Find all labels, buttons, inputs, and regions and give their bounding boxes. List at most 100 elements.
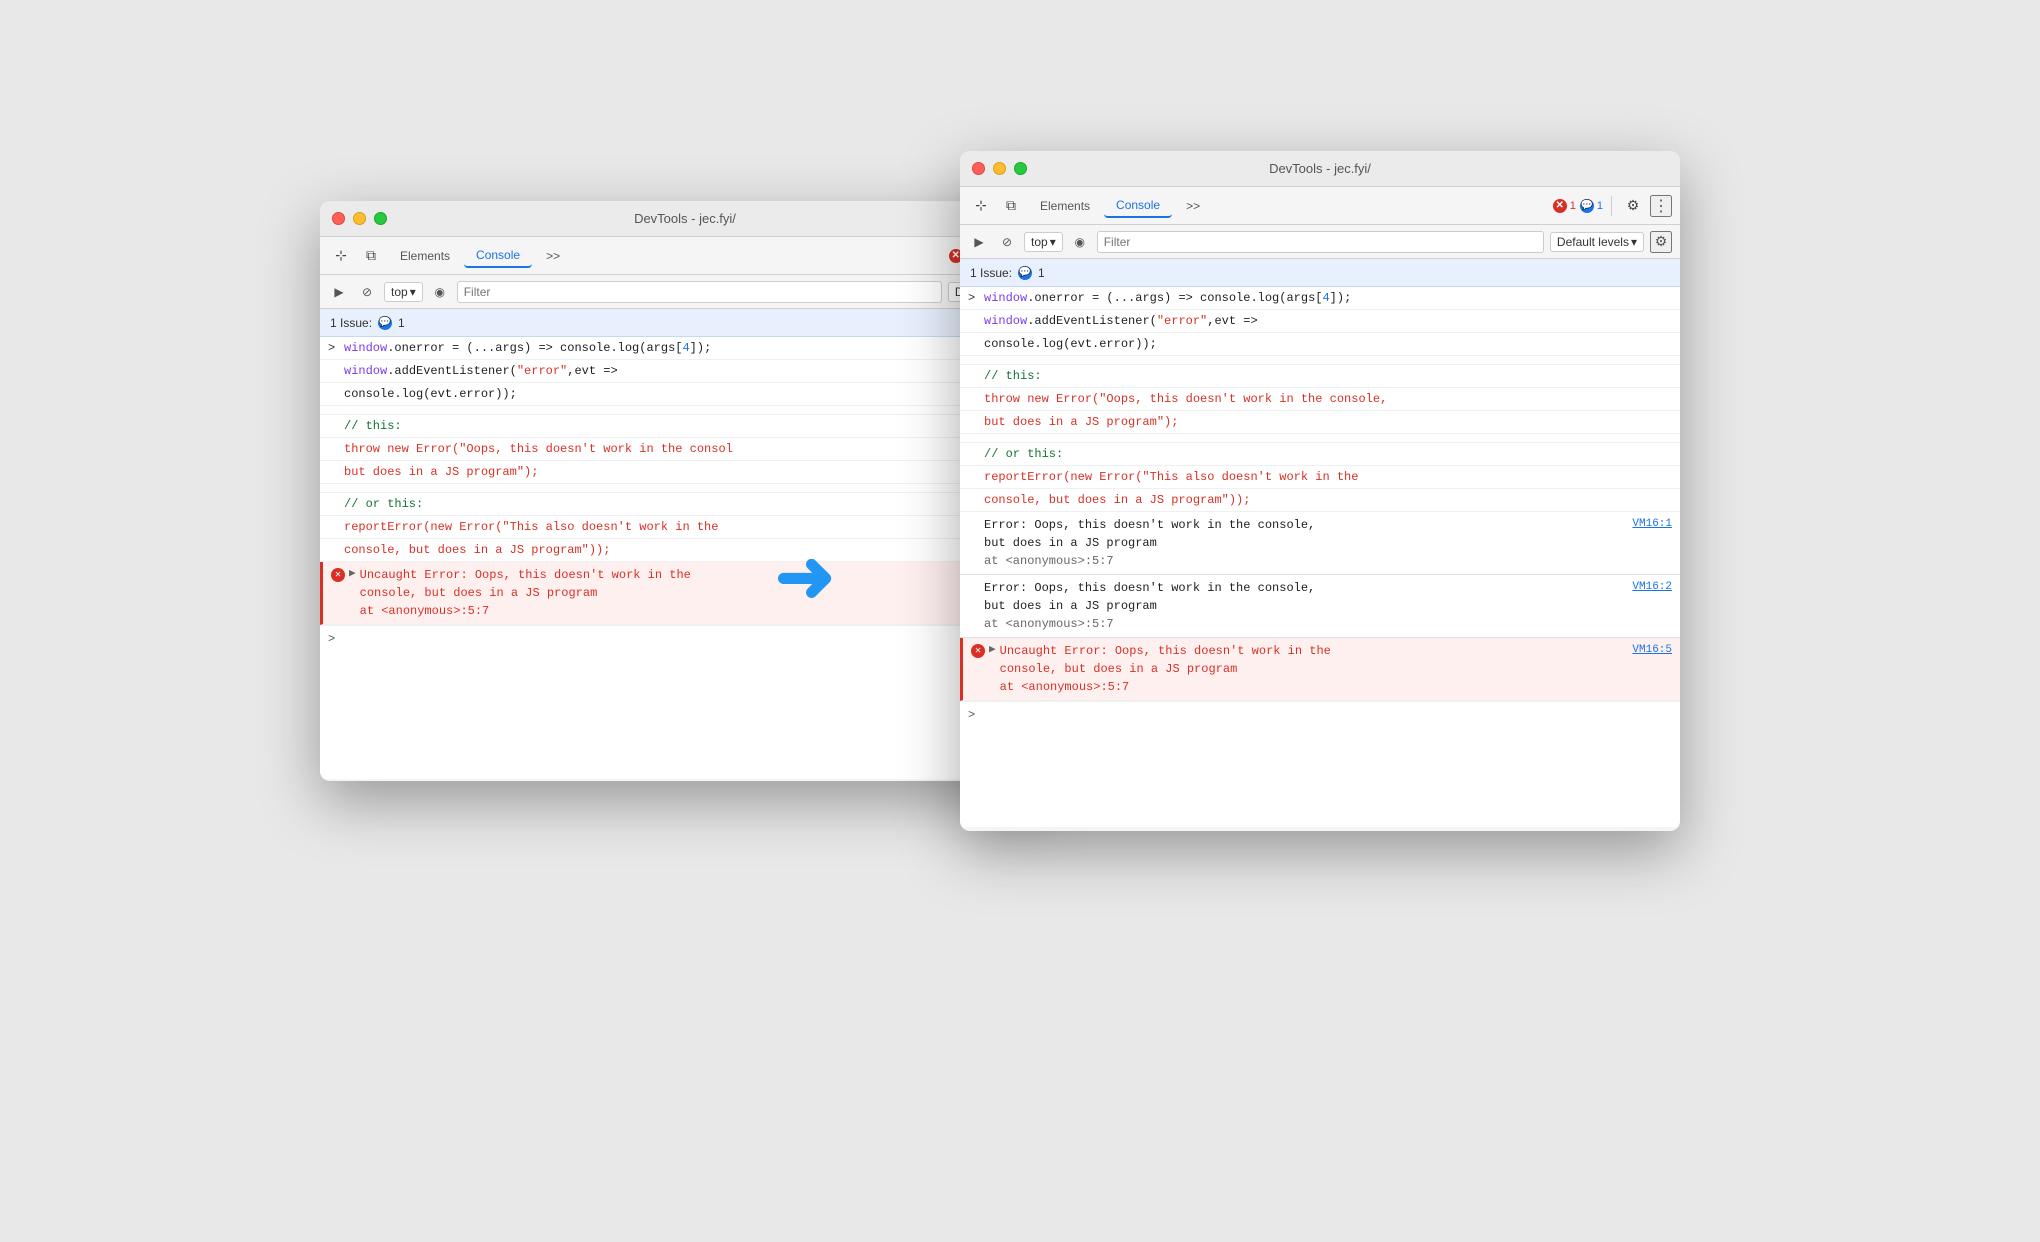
error-icon-front: ✕ <box>971 644 985 658</box>
issue-count-back: 1 <box>398 316 405 330</box>
divider-front <box>1611 196 1612 216</box>
chevron-down-icon-levels-front: ▾ <box>1631 235 1637 249</box>
console-blank2-front <box>960 434 1680 443</box>
cursor-tool-front[interactable]: ⊹ <box>968 193 994 219</box>
console-blank1-front <box>960 356 1680 365</box>
close-button-front[interactable] <box>972 162 985 175</box>
error-badge-front: ✕ 1 <box>1553 199 1576 213</box>
error-block-front: ✕ ▶ Uncaught Error: Oops, this doesn't w… <box>960 638 1680 701</box>
default-levels-label-front: Default levels <box>1557 235 1629 249</box>
title-bar-front: DevTools - jec.fyi/ <box>960 151 1680 187</box>
cursor-tool-back[interactable]: ⊹ <box>328 243 354 269</box>
error-info-2-line2: but does in a JS program <box>984 597 1315 615</box>
caret-front: ▶ <box>989 642 996 659</box>
tab-bar-front: Elements Console >> <box>1028 194 1549 218</box>
vm-link-3-front[interactable]: VM16:5 <box>1632 642 1672 659</box>
console-toolbar-front: ▶ ⊘ top ▾ ◉ Default levels ▾ ⚙ <box>960 225 1680 259</box>
info-badge-front: 💬 1 <box>1580 199 1603 213</box>
console-report2-front: console, but does in a JS program")); <box>960 489 1680 512</box>
minimize-button-back[interactable] <box>353 212 366 225</box>
error-info-1-line3: at <anonymous>:5:7 <box>984 552 1315 570</box>
default-levels-front[interactable]: Default levels ▾ <box>1550 232 1644 252</box>
console-line-1-front: window.onerror = (...args) => console.lo… <box>960 287 1680 310</box>
error-info-1-line2: but does in a JS program <box>984 534 1315 552</box>
tab-more-front[interactable]: >> <box>1174 195 1212 217</box>
issue-icon-front: 💬 <box>1018 266 1032 280</box>
console-line-blank2-back <box>320 484 1050 493</box>
error-content-back: ✕ ▶ Uncaught Error: Oops, this doesn't w… <box>331 566 691 620</box>
issue-count-front: 1 <box>1038 266 1045 280</box>
device-tool-back[interactable]: ⧉ <box>358 243 384 269</box>
error-badge-icon-front: ✕ <box>1553 199 1567 213</box>
error-info-2-line3: at <anonymous>:5:7 <box>984 615 1315 633</box>
gear-button-front[interactable]: ⚙ <box>1650 231 1672 253</box>
error-text-front: Uncaught Error: Oops, this doesn't work … <box>1000 642 1331 696</box>
console-line-comment2-back: // or this: <box>320 493 1050 516</box>
devtools-window-front: DevTools - jec.fyi/ ⊹ ⧉ Elements Console… <box>960 151 1680 831</box>
info-badge-icon-front: 💬 <box>1580 199 1594 213</box>
tab-bar-back: Elements Console >> <box>388 244 945 268</box>
issue-icon-back: 💬 <box>378 316 392 330</box>
traffic-lights-front <box>972 162 1027 175</box>
maximize-button-front[interactable] <box>1014 162 1027 175</box>
device-tool-front[interactable]: ⧉ <box>998 193 1024 219</box>
blue-arrow: ➜ <box>775 541 835 613</box>
eye-button-front[interactable]: ◉ <box>1069 231 1091 253</box>
filter-input-front[interactable] <box>1097 231 1544 253</box>
tab-console-front[interactable]: Console <box>1104 194 1172 218</box>
console-input-front: > <box>960 701 1680 728</box>
chevron-down-icon-back: ▾ <box>410 285 416 299</box>
error-info-1-line1: Error: Oops, this doesn't work in the co… <box>984 516 1315 534</box>
vm-link-2-front[interactable]: VM16:2 <box>1632 579 1672 596</box>
tab-toolbar-front: ⊹ ⧉ Elements Console >> ✕ 1 💬 1 ⚙ ⋮ <box>960 187 1680 225</box>
window-title-back: DevTools - jec.fyi/ <box>634 211 736 226</box>
info-badge-count-front: 1 <box>1597 200 1603 212</box>
badge-group-front: ✕ 1 💬 1 ⚙ ⋮ <box>1553 193 1672 219</box>
more-button-front[interactable]: ⋮ <box>1650 195 1672 217</box>
console-content-back: window.onerror = (...args) => console.lo… <box>320 337 1050 779</box>
tab-console-back[interactable]: Console <box>464 244 532 268</box>
console-line-comment1-back: // this: <box>320 415 1050 438</box>
error-badge-count-front: 1 <box>1570 200 1576 212</box>
tab-elements-back[interactable]: Elements <box>388 245 462 267</box>
devtools-window-back: DevTools - jec.fyi/ ⊹ ⧉ Elements Console… <box>320 201 1050 781</box>
ban-button-front[interactable]: ⊘ <box>996 231 1018 253</box>
error-row-back: ✕ ▶ Uncaught Error: Oops, this doesn't w… <box>331 566 1042 620</box>
issue-bar-back: 1 Issue: 💬 1 <box>320 309 1050 337</box>
console-line-2-back: window.addEventListener("error",evt => <box>320 360 1050 383</box>
console-line-throw2-back: but does in a JS program"); <box>320 461 1050 484</box>
tab-more-back[interactable]: >> <box>534 245 572 267</box>
tab-toolbar-back: ⊹ ⧉ Elements Console >> ✕ 1 💬 1 ⚙ <box>320 237 1050 275</box>
console-line-3-back: console.log(evt.error)); <box>320 383 1050 406</box>
traffic-lights-back <box>332 212 387 225</box>
console-content-front: window.onerror = (...args) => console.lo… <box>960 287 1680 827</box>
play-button-front[interactable]: ▶ <box>968 231 990 253</box>
code-window-back: window <box>344 341 387 355</box>
top-dropdown-back[interactable]: top ▾ <box>384 282 423 302</box>
top-dropdown-front[interactable]: top ▾ <box>1024 232 1063 252</box>
chevron-down-icon-front: ▾ <box>1050 235 1056 249</box>
issue-text-back: 1 Issue: <box>330 316 372 330</box>
settings-button-front[interactable]: ⚙ <box>1620 193 1646 219</box>
console-line-1-back: window.onerror = (...args) => console.lo… <box>320 337 1050 360</box>
error-content-front: ✕ ▶ Uncaught Error: Oops, this doesn't w… <box>971 642 1331 696</box>
console-line-report-back: reportError(new Error("This also doesn't… <box>320 516 1050 539</box>
console-line-3-front: console.log(evt.error)); <box>960 333 1680 356</box>
ban-button-back[interactable]: ⊘ <box>356 281 378 303</box>
vm-link-1-front[interactable]: VM16:1 <box>1632 516 1672 533</box>
console-caret-front: > <box>968 706 975 724</box>
close-button-back[interactable] <box>332 212 345 225</box>
console-line-report2-back: console, but does in a JS program")); <box>320 539 1050 562</box>
eye-button-back[interactable]: ◉ <box>429 281 451 303</box>
error-row-front: ✕ ▶ Uncaught Error: Oops, this doesn't w… <box>971 642 1672 696</box>
error-info-block-2-front: Error: Oops, this doesn't work in the co… <box>960 575 1680 638</box>
tab-elements-front[interactable]: Elements <box>1028 195 1102 217</box>
console-line-blank-back <box>320 406 1050 415</box>
title-bar-back: DevTools - jec.fyi/ <box>320 201 1050 237</box>
issue-text-front: 1 Issue: <box>970 266 1012 280</box>
minimize-button-front[interactable] <box>993 162 1006 175</box>
console-comment2-front: // or this: <box>960 443 1680 466</box>
play-button-back[interactable]: ▶ <box>328 281 350 303</box>
filter-input-back[interactable] <box>457 281 942 303</box>
maximize-button-back[interactable] <box>374 212 387 225</box>
